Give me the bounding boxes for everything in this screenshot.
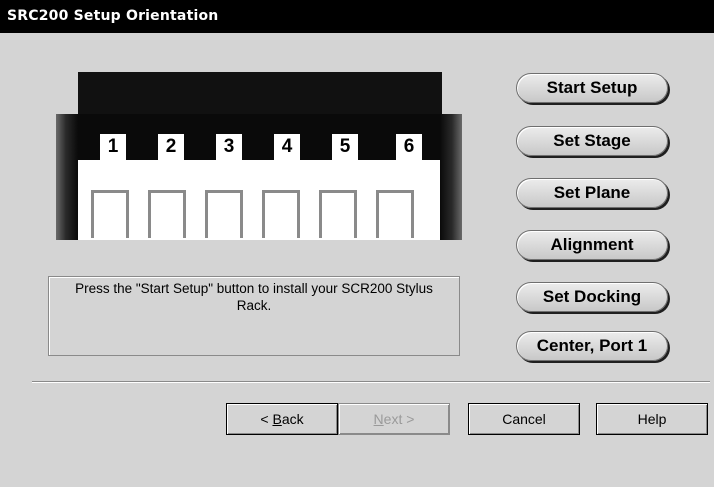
set-stage-button[interactable]: Set Stage (516, 126, 668, 156)
next-button-suffix: > (402, 411, 415, 427)
setup-dialog: SRC200 Setup Orientation 1 2 3 4 5 6 Pre… (0, 0, 714, 487)
dialog-client-area: 1 2 3 4 5 6 Press the "Start Setup" butt… (0, 33, 714, 487)
rack-right-end (440, 114, 462, 240)
next-button-accel: N (373, 411, 384, 427)
next-button[interactable]: Next > (338, 403, 450, 435)
rack-tooth (265, 190, 297, 238)
slot-label-1: 1 (100, 134, 126, 160)
instruction-text: Press the "Start Setup" button to instal… (48, 276, 460, 356)
start-setup-button[interactable]: Start Setup (516, 73, 668, 103)
slot-label-2: 2 (158, 134, 184, 160)
slot-label-4: 4 (274, 134, 300, 160)
footer-separator (32, 381, 710, 383)
rack-slot-gap (78, 160, 440, 194)
cancel-button[interactable]: Cancel (468, 403, 580, 435)
rack-tooth (94, 190, 126, 238)
back-button-accel: B (272, 411, 282, 427)
alignment-button[interactable]: Alignment (516, 230, 668, 260)
rack-tooth (379, 190, 411, 238)
back-button-rest: ack (281, 411, 304, 427)
window-title: SRC200 Setup Orientation (0, 0, 714, 33)
back-button-prefix: < (260, 411, 273, 427)
help-button[interactable]: Help (596, 403, 708, 435)
rack-tooth (208, 190, 240, 238)
center-port-1-button[interactable]: Center, Port 1 (516, 331, 668, 361)
rack-top-panel (78, 72, 442, 114)
rack-left-end (56, 114, 78, 240)
rack-label-band (78, 114, 442, 162)
set-plane-button[interactable]: Set Plane (516, 178, 668, 208)
stylus-rack-illustration: 1 2 3 4 5 6 (56, 72, 462, 242)
slot-label-5: 5 (332, 134, 358, 160)
slot-label-6: 6 (396, 134, 422, 160)
next-button-rest: ext (383, 411, 403, 427)
set-docking-button[interactable]: Set Docking (516, 282, 668, 312)
rack-tooth (322, 190, 354, 238)
back-button[interactable]: < Back (226, 403, 338, 435)
slot-label-3: 3 (216, 134, 242, 160)
rack-tooth (151, 190, 183, 238)
